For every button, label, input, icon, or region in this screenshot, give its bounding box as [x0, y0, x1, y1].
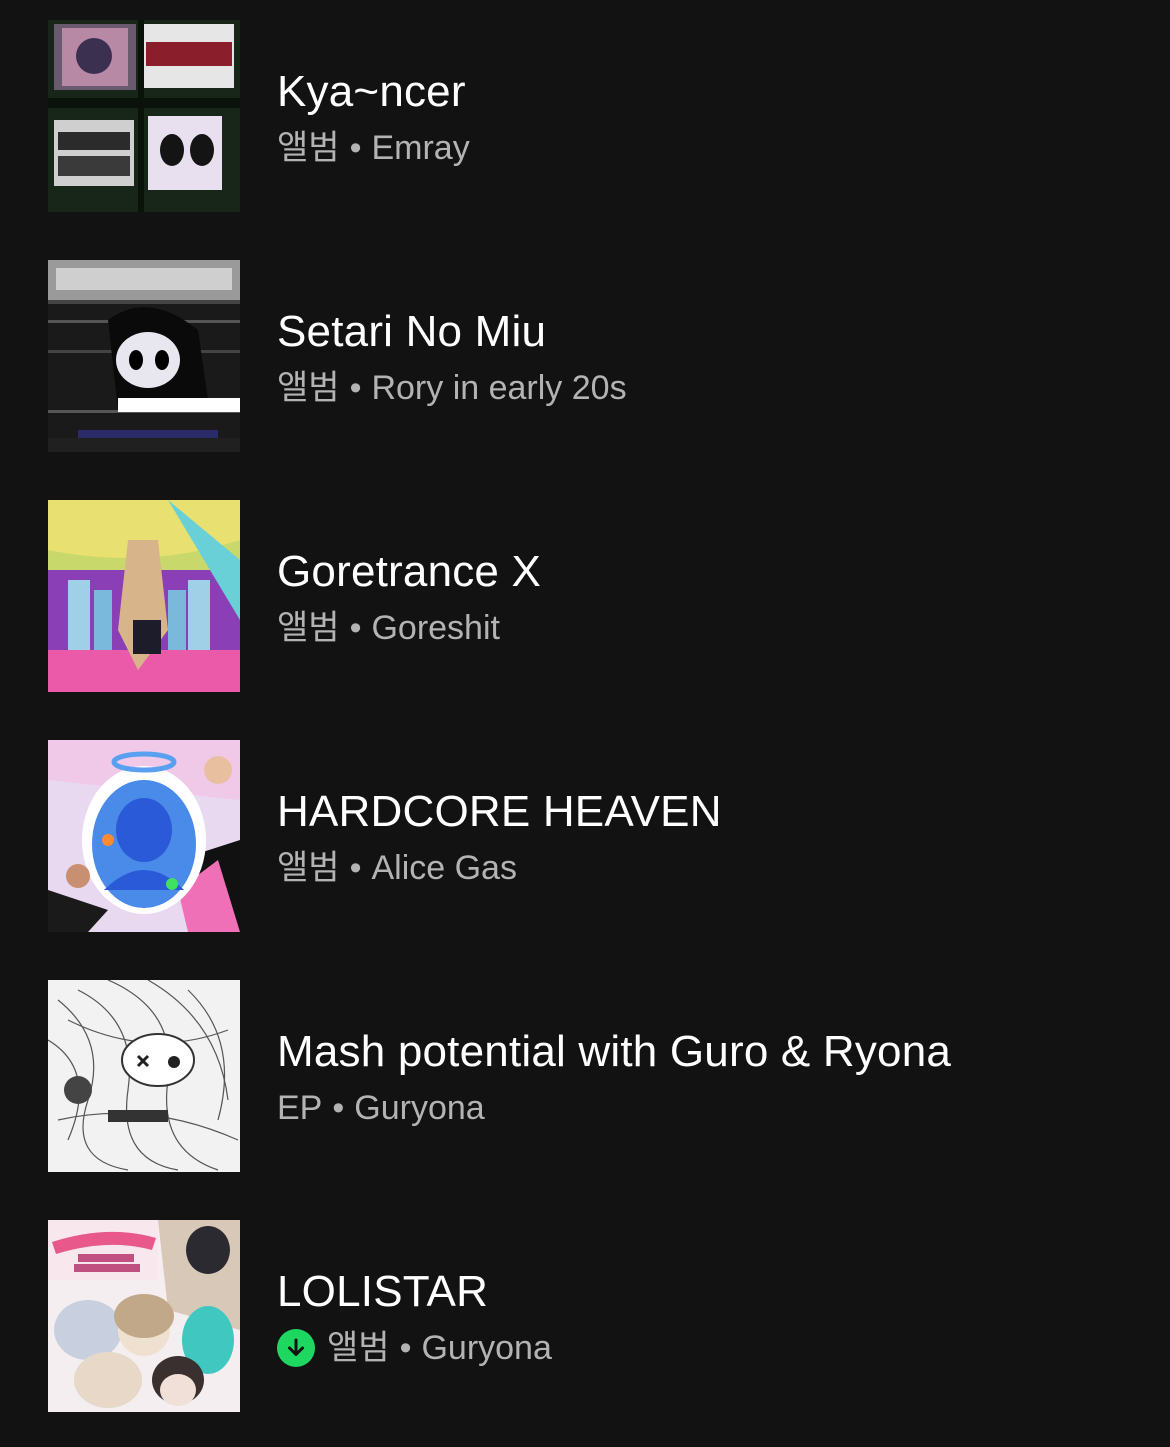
- album-title: Mash potential with Guro & Ryona: [277, 1027, 952, 1076]
- list-item-lolistar[interactable]: LOLISTAR 앨범 • Guryona: [0, 1200, 1170, 1440]
- separator-dot: •: [332, 1089, 345, 1127]
- separator-dot: •: [349, 129, 362, 167]
- album-cover-mash-potential: [48, 980, 240, 1172]
- album-title: HARDCORE HEAVEN: [277, 787, 722, 836]
- list-item-hardcore-heaven[interactable]: HARDCORE HEAVEN 앨범 • Alice Gas: [0, 720, 1170, 960]
- list-item-goretrance-x[interactable]: Goretrance X 앨범 • Goreshit: [0, 480, 1170, 720]
- album-type: 앨범: [277, 369, 340, 407]
- album-type: EP: [277, 1089, 323, 1127]
- album-subtitle: EP • Guryona: [277, 1088, 485, 1128]
- album-subtitle: 앨범 • Guryona: [277, 1328, 552, 1368]
- list-item-mash-potential[interactable]: Mash potential with Guro & Ryona EP • Gu…: [0, 960, 1170, 1200]
- album-list: Kya~ncer 앨범 • Emray Setari No Miu 앨범 • R…: [0, 0, 1170, 1447]
- album-subtitle: 앨범 • Emray: [277, 128, 470, 168]
- album-cover-setari-no-miu: [48, 260, 240, 452]
- separator-dot: •: [399, 1329, 412, 1367]
- album-artist: Guryona: [354, 1089, 485, 1127]
- album-artist: Goreshit: [371, 609, 500, 647]
- album-cover-lolistar: [48, 1220, 240, 1412]
- album-subtitle: 앨범 • Goreshit: [277, 608, 500, 648]
- album-type: 앨범: [277, 129, 340, 167]
- album-cover-hardcore-heaven: [48, 740, 240, 932]
- album-artist: Rory in early 20s: [371, 369, 627, 407]
- album-subtitle: 앨범 • Alice Gas: [277, 848, 517, 888]
- list-item-kyancer[interactable]: Kya~ncer 앨범 • Emray: [0, 0, 1170, 240]
- separator-dot: •: [349, 369, 362, 407]
- separator-dot: •: [349, 849, 362, 887]
- list-item-setari-no-miu[interactable]: Setari No Miu 앨범 • Rory in early 20s: [0, 240, 1170, 480]
- separator-dot: •: [349, 609, 362, 647]
- album-title: Kya~ncer: [277, 67, 466, 116]
- album-title: Goretrance X: [277, 547, 542, 596]
- album-cover-goretrance-x: [48, 500, 240, 692]
- album-type: 앨범: [277, 849, 340, 887]
- album-artist: Emray: [371, 129, 470, 167]
- downloaded-icon: [277, 1329, 315, 1367]
- album-cover-kyancer: [48, 20, 240, 212]
- album-subtitle: 앨범 • Rory in early 20s: [277, 368, 627, 408]
- album-type: 앨범: [277, 609, 340, 647]
- album-artist: Alice Gas: [371, 849, 517, 887]
- album-title: Setari No Miu: [277, 307, 547, 356]
- album-type: 앨범: [327, 1329, 390, 1367]
- album-title: LOLISTAR: [277, 1267, 489, 1316]
- album-artist: Guryona: [421, 1329, 552, 1367]
